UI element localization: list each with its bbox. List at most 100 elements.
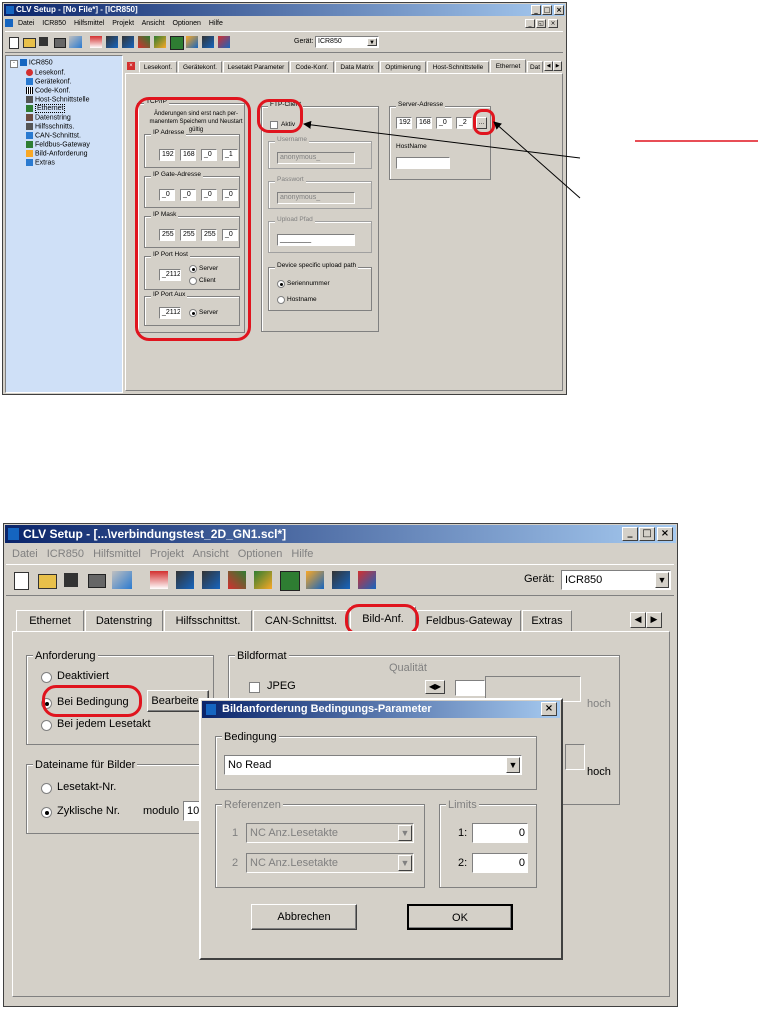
menu-hilfe[interactable]: Hilfe: [291, 548, 313, 560]
ftp-icon[interactable]: [358, 571, 376, 589]
dialog-title: Bildanforderung Bedingungs-Parameter: [222, 703, 432, 715]
limits-group: Limits 1: 0 2: 0: [439, 799, 537, 888]
tab-ethernet[interactable]: Ethernet: [16, 610, 84, 632]
transfer-icon-1[interactable]: [176, 571, 194, 589]
dialog-title-bar: Bildanforderung Bedingungs-Parameter ×: [202, 701, 560, 718]
menu-datei[interactable]: Datei: [12, 548, 38, 560]
limit2-label: 2:: [458, 857, 468, 869]
limit1-label: 1:: [458, 827, 468, 839]
bei-jedem-radio[interactable]: [41, 720, 52, 731]
spin-icon[interactable]: ◀▶: [425, 680, 445, 694]
hoch-label-2: hoch: [587, 766, 611, 778]
maximize-button[interactable]: □: [639, 527, 655, 541]
bottom-window: CLV Setup - [...\verbindungstest_2D_GN1.…: [3, 523, 678, 1007]
ref2-value: NC Anz.Lesetakte: [250, 857, 339, 869]
lesetakt-label: Lesetakt-Nr.: [57, 781, 117, 793]
device-label: Gerät:: [524, 573, 555, 585]
transfer-icon-3[interactable]: [332, 571, 350, 589]
menu-projekt[interactable]: Projekt: [150, 548, 184, 560]
device-path-title: Device specific upload path: [275, 262, 359, 269]
transfer-icon-2[interactable]: [202, 571, 220, 589]
ref1-select[interactable]: NC Anz.Lesetakte ▼: [246, 823, 414, 843]
serial-radio[interactable]: [277, 280, 285, 288]
annotation-arrows: [303, 120, 758, 199]
close-button[interactable]: ×: [657, 527, 673, 541]
save-icon[interactable]: [64, 573, 78, 587]
bedingung-title: Bedingung: [222, 731, 279, 743]
deaktiviert-radio[interactable]: [41, 672, 52, 683]
annotation-arrow-2: [493, 121, 581, 199]
new-icon[interactable]: [14, 572, 29, 590]
zyklisch-radio[interactable]: [41, 807, 52, 818]
limit1-field[interactable]: 0: [472, 823, 528, 843]
hoch-label-1: hoch: [587, 698, 611, 710]
tool-icon[interactable]: [254, 571, 272, 589]
modulo-label: modulo: [143, 805, 180, 817]
open-icon[interactable]: [38, 574, 57, 589]
bottom-title-bar: CLV Setup - [...\verbindungstest_2D_GN1.…: [5, 525, 676, 543]
jpeg-label: JPEG: [267, 680, 296, 692]
minimize-button[interactable]: _: [622, 527, 638, 541]
bedingung-value: No Read: [228, 759, 272, 771]
bottom-menu-bar: Datei ICR850 Hilfsmittel Projekt Ansicht…: [12, 546, 319, 562]
dateiname-group: Dateiname für Bilder Lesetakt-Nr. Zyklis…: [26, 759, 214, 834]
print-icon[interactable]: [88, 574, 106, 588]
jpeg-checkbox[interactable]: [249, 682, 260, 693]
tab-can-schnittst[interactable]: CAN-Schnittst.: [253, 610, 349, 632]
anforderung-title: Anforderung: [33, 650, 98, 662]
tab-hilfsschnittst[interactable]: Hilfsschnittst.: [164, 610, 252, 632]
bottom-toolbar: Gerät: ICR850 ▼: [6, 564, 674, 596]
bottom-tab-strip: Ethernet Datenstring Hilfsschnittst. CAN…: [12, 606, 672, 632]
limits-title: Limits: [446, 799, 479, 811]
connect-icon[interactable]: [112, 571, 132, 589]
zyklisch-label: Zyklische Nr.: [57, 805, 120, 817]
ok-button[interactable]: OK: [407, 904, 513, 930]
tab-feldbus-gateway[interactable]: Feldbus-Gateway: [417, 610, 521, 632]
monitor-icon[interactable]: [280, 571, 300, 591]
app-icon: [206, 704, 216, 715]
ref1-num: 1: [232, 827, 239, 839]
ref2-num: 2: [232, 857, 239, 869]
tab-datenstring[interactable]: Datenstring: [85, 610, 163, 632]
device-select[interactable]: ICR850 ▼: [561, 570, 671, 590]
dateiname-title: Dateiname für Bilder: [33, 759, 138, 771]
hostname-radio[interactable]: [277, 296, 285, 304]
chevron-down-icon: ▼: [398, 825, 412, 841]
dialog-close-button[interactable]: ×: [541, 702, 557, 716]
ref2-select[interactable]: NC Anz.Lesetakte ▼: [246, 853, 414, 873]
qualitaet-field[interactable]: [455, 680, 485, 696]
qualitaet-label: Qualität: [389, 662, 427, 674]
bottom-window-title: CLV Setup - [...\verbindungstest_2D_GN1.…: [23, 527, 287, 541]
deaktiviert-label: Deaktiviert: [57, 670, 109, 682]
tab-scroll-left-button[interactable]: ◀: [630, 612, 646, 628]
device-select-value: ICR850: [565, 574, 603, 586]
chevron-down-icon: ▼: [655, 572, 669, 588]
serial-label: Seriennummer: [287, 280, 330, 287]
annotation-ring-bedingung: [42, 685, 142, 717]
referenzen-title: Referenzen: [222, 799, 283, 811]
bedingungs-dialog: Bildanforderung Bedingungs-Parameter × B…: [199, 698, 563, 960]
upload-icon[interactable]: [150, 571, 168, 589]
bedingung-group: Bedingung No Read ▼: [215, 731, 537, 790]
menu-hilfsmittel[interactable]: Hilfsmittel: [93, 548, 141, 560]
annotation-arrow-1: [303, 120, 581, 159]
menu-ansicht[interactable]: Ansicht: [193, 548, 229, 560]
chart-icon[interactable]: [228, 571, 246, 589]
tab-extras[interactable]: Extras: [522, 610, 572, 632]
abbrechen-button[interactable]: Abbrechen: [251, 904, 357, 930]
bei-jedem-label: Bei jedem Lesetakt: [57, 718, 151, 730]
bedingung-select[interactable]: No Read ▼: [224, 755, 522, 775]
referenzen-group: Referenzen 1 NC Anz.Lesetakte ▼ 2 NC Anz…: [215, 799, 425, 888]
lesetakt-radio[interactable]: [41, 783, 52, 794]
menu-icr850[interactable]: ICR850: [47, 548, 84, 560]
tab-scroll-right-button[interactable]: ▶: [646, 612, 662, 628]
size-field[interactable]: [565, 744, 585, 770]
chevron-down-icon: ▼: [506, 757, 520, 773]
ref1-value: NC Anz.Lesetakte: [250, 827, 339, 839]
limit2-field[interactable]: 0: [472, 853, 528, 873]
menu-optionen[interactable]: Optionen: [238, 548, 283, 560]
config-icon[interactable]: [306, 571, 324, 589]
hostname-radio-label: Hostname: [287, 296, 317, 303]
app-icon: [8, 528, 19, 540]
device-path-group: Device specific upload path Seriennummer…: [268, 262, 372, 311]
